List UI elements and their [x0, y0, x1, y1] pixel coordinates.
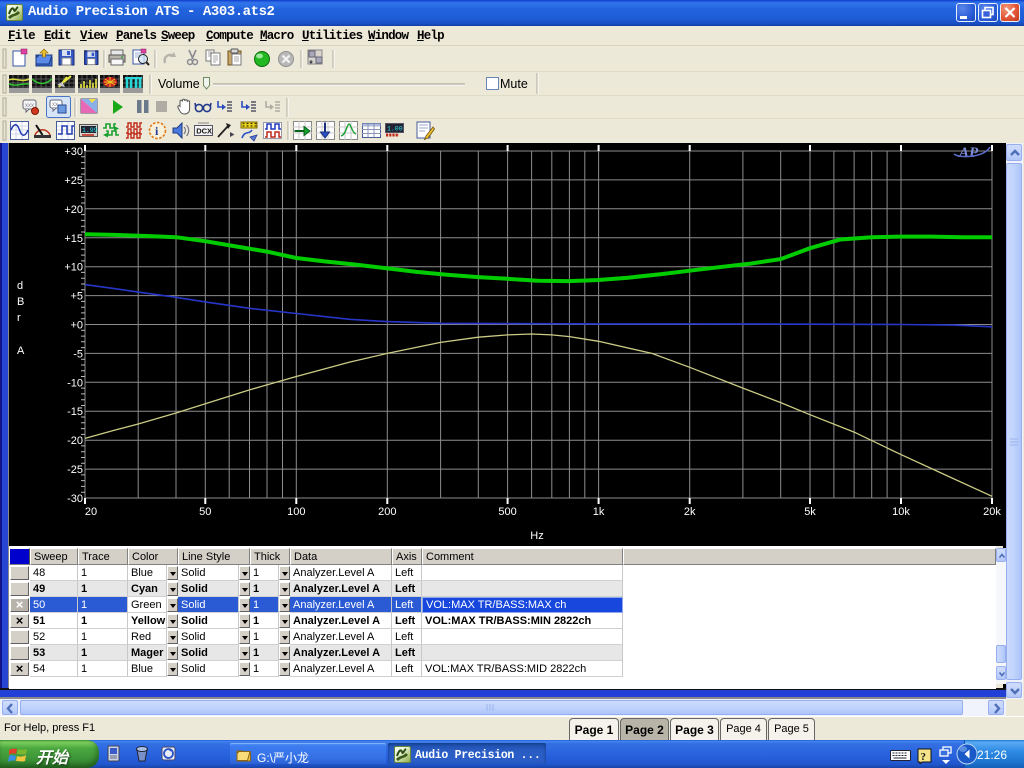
svg-text:2k: 2k [684, 506, 696, 518]
svg-text:1k: 1k [593, 506, 605, 518]
svg-text:+15: +15 [64, 233, 83, 245]
svg-text:DCX: DCX [196, 127, 212, 136]
svg-text:500: 500 [498, 506, 516, 518]
svg-text:20k: 20k [983, 506, 1001, 518]
svg-text:Hz: Hz [530, 530, 543, 542]
svg-text:-15: -15 [67, 406, 83, 418]
svg-text:20: 20 [85, 506, 97, 518]
svg-text:d: d [17, 280, 23, 292]
svg-text:+5: +5 [70, 291, 83, 303]
svg-text:-10: -10 [67, 377, 83, 389]
svg-text:AP: AP [958, 145, 979, 161]
svg-text:-25: -25 [67, 464, 83, 476]
svg-text:xx: xx [52, 102, 58, 108]
svg-text:200: 200 [378, 506, 396, 518]
svg-text:1.99: 1.99 [82, 127, 98, 134]
svg-text:-20: -20 [67, 435, 83, 447]
svg-text:+30: +30 [64, 146, 83, 158]
svg-text:?: ? [921, 751, 927, 763]
svg-text:B: B [17, 296, 24, 308]
svg-text:-5: -5 [73, 348, 83, 360]
svg-text:+20: +20 [64, 204, 83, 216]
svg-text:50: 50 [199, 506, 211, 518]
svg-text:r: r [17, 312, 21, 324]
svg-text:+25: +25 [64, 175, 83, 187]
svg-text:-30: -30 [67, 493, 83, 505]
svg-text:10k: 10k [892, 506, 910, 518]
svg-text:Volume: Volume [158, 77, 200, 91]
svg-text:1.00: 1.00 [387, 126, 403, 133]
svg-text:Mute: Mute [500, 77, 528, 91]
svg-text:5k: 5k [804, 506, 816, 518]
svg-text:+10: +10 [64, 262, 83, 274]
svg-text:+0: +0 [70, 320, 83, 332]
svg-text:A: A [17, 345, 25, 357]
svg-text:100: 100 [287, 506, 305, 518]
